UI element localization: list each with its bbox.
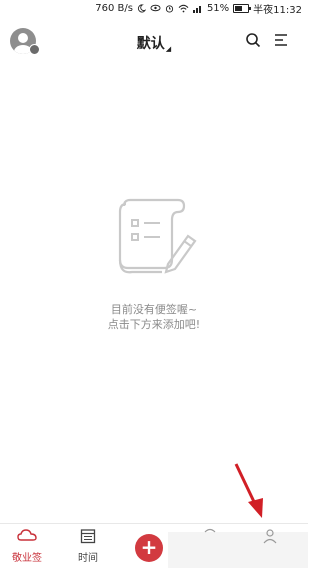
cloud-icon: [17, 529, 37, 541]
menu-icon: [275, 34, 287, 46]
wifi-icon: [178, 4, 189, 13]
page-title: 默认: [136, 36, 165, 52]
empty-state-message: 目前没有便签喔~ 点击下方来添加吧!: [0, 302, 308, 332]
dropdown-caret-icon: ◢: [165, 45, 172, 53]
search-icon: [246, 33, 261, 48]
eye-icon: [150, 4, 161, 12]
header: 默认◢: [0, 24, 308, 60]
tab-discover[interactable]: [186, 528, 234, 547]
empty-line-2: 点击下方来添加吧!: [107, 318, 201, 331]
tab-time-label: 时间: [78, 553, 98, 564]
calendar-icon: [80, 529, 96, 544]
annotation-arrow-icon: [234, 463, 263, 518]
discover-icon: [204, 528, 216, 533]
alarm-icon: [165, 4, 174, 13]
empty-state-illustration: [0, 190, 308, 290]
add-note-button[interactable]: +: [135, 534, 163, 562]
profile-icon: [263, 529, 277, 544]
clock-time: 半夜11:32: [253, 4, 302, 16]
status-bar: 760 B/s 51% 半夜11:32: [0, 0, 308, 16]
notes-scroll-icon: [118, 198, 197, 274]
signal-icon: [192, 4, 203, 13]
menu-button[interactable]: [273, 32, 291, 50]
tab-time[interactable]: 时间: [64, 528, 112, 564]
battery-icon: [233, 3, 252, 13]
search-button[interactable]: [245, 32, 263, 50]
tab-notes-label: 敬业签: [12, 553, 42, 564]
tab-notes[interactable]: 敬业签: [3, 528, 51, 564]
bottom-tab-bar: 敬业签 时间 +: [0, 523, 308, 568]
empty-line-1: 目前没有便签喔~: [110, 303, 198, 316]
battery-percent: 51%: [206, 2, 230, 14]
network-speed: 760 B/s: [95, 2, 133, 14]
moon-icon: [137, 3, 146, 13]
tab-profile[interactable]: [246, 528, 294, 547]
